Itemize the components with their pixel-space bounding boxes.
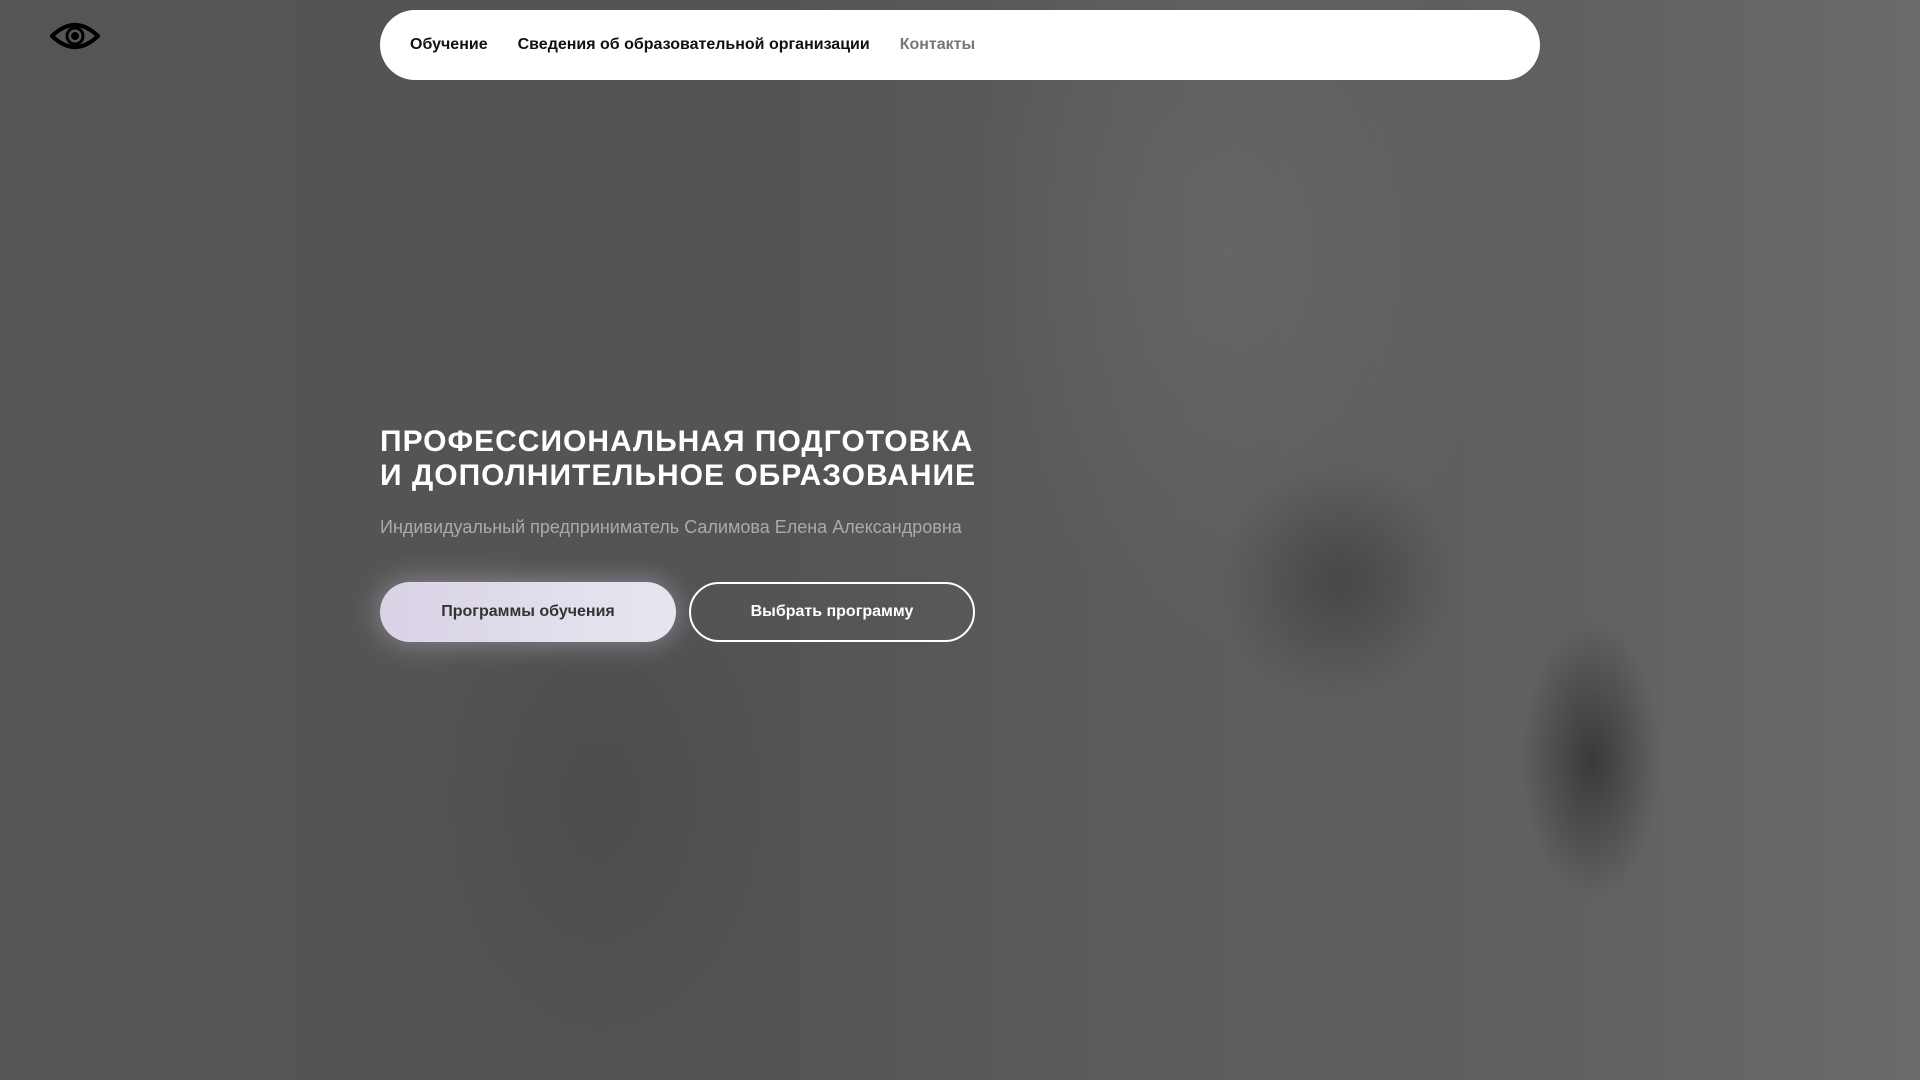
- hero-title: ПРОФЕССИОНАЛЬНАЯ ПОДГОТОВКА И ДОПОЛНИТЕЛ…: [380, 425, 976, 493]
- nav-item-contacts[interactable]: Контакты: [900, 36, 975, 54]
- nav-item-training[interactable]: Обучение: [410, 36, 488, 54]
- main-nav: Обучение Сведения об образовательной орг…: [380, 10, 1540, 80]
- eye-icon[interactable]: [49, 20, 101, 52]
- hero-subtitle: Индивидуальный предприниматель Салимова …: [380, 517, 962, 537]
- hero-title-line-2: И ДОПОЛНИТЕЛЬНОЕ ОБРАЗОВАНИЕ: [380, 459, 977, 492]
- hero-title-line-1: ПРОФЕССИОНАЛЬНАЯ ПОДГОТОВКА: [380, 425, 974, 458]
- hero-section: ПРОФЕССИОНАЛЬНАЯ ПОДГОТОВКА И ДОПОЛНИТЕЛ…: [380, 425, 976, 642]
- choose-program-button[interactable]: Выбрать программу: [689, 582, 975, 642]
- training-programs-button[interactable]: Программы обучения: [380, 582, 676, 642]
- nav-item-organization-info[interactable]: Сведения об образовательной организации: [518, 36, 870, 54]
